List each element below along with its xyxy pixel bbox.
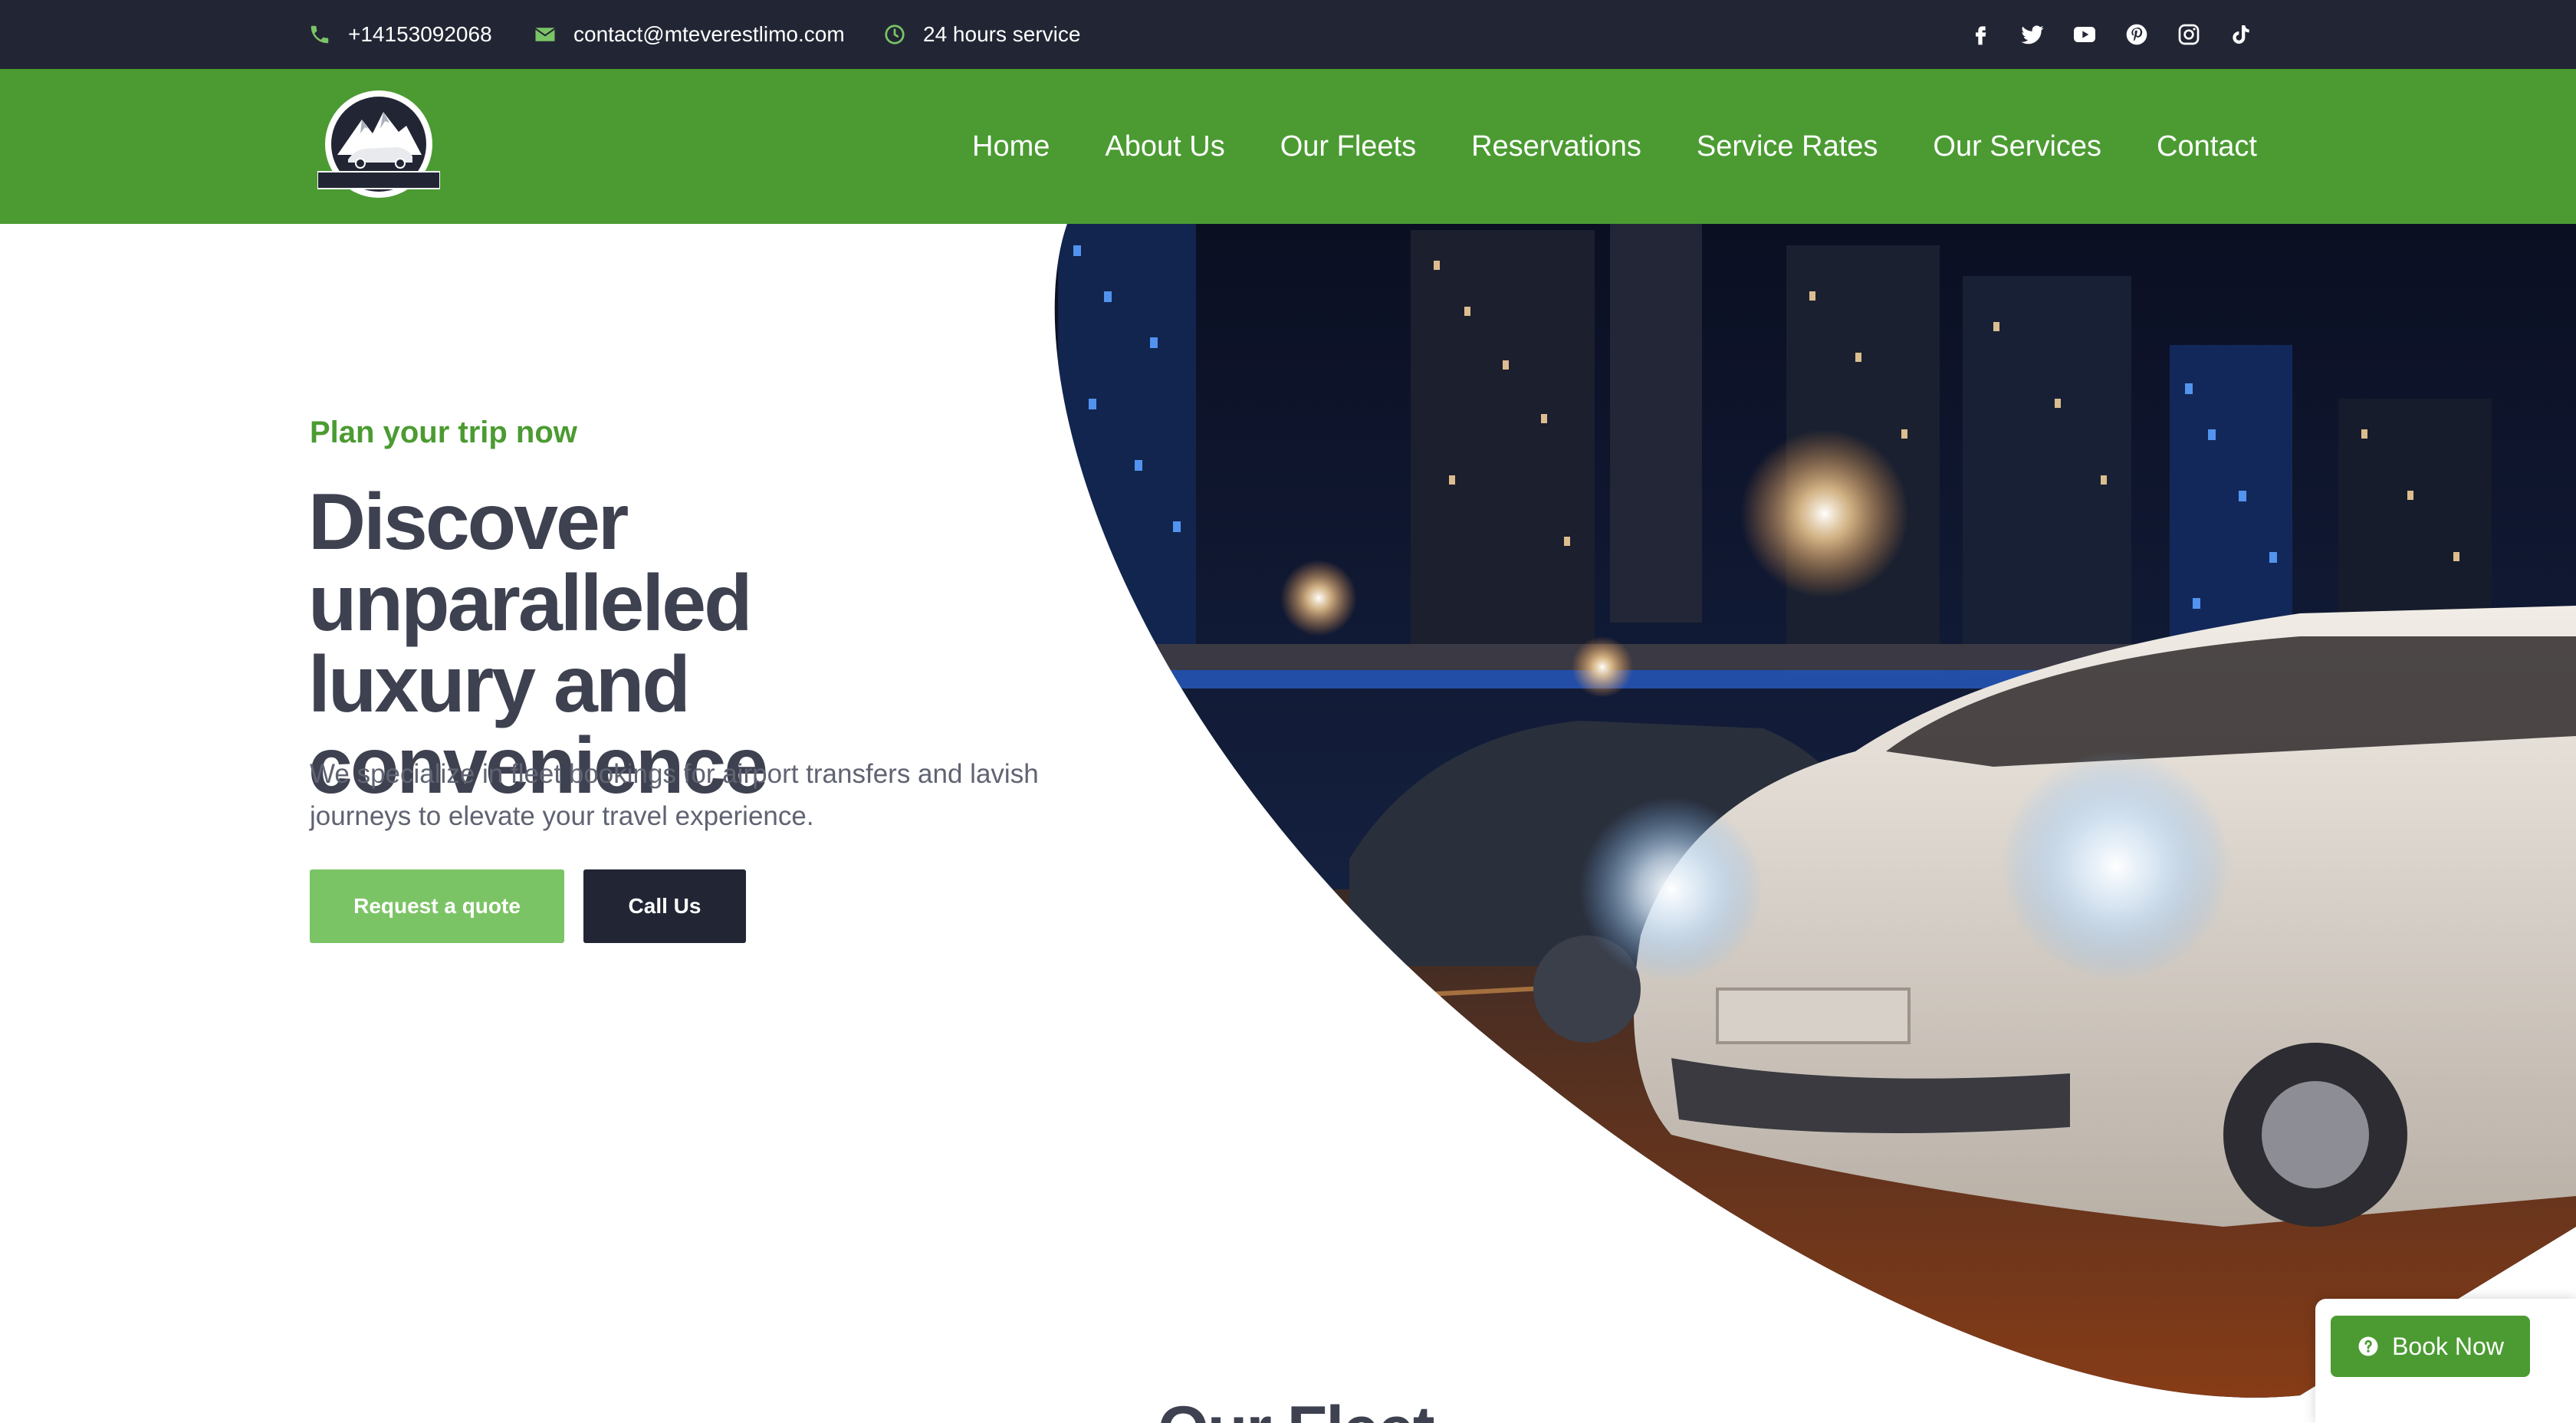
book-now-button[interactable]: Book Now xyxy=(2331,1316,2530,1377)
hero-eyebrow: Plan your trip now xyxy=(310,416,577,449)
top-contact-bar: +14153092068 contact@mteverestlimo.com 2… xyxy=(0,0,2576,69)
brand-logo[interactable] xyxy=(317,89,440,205)
question-circle-icon xyxy=(2358,1336,2378,1356)
description-line: We specialize in fleet bookings for airp… xyxy=(310,759,1039,789)
clock-icon xyxy=(885,25,905,44)
headline-line: luxury and xyxy=(308,640,691,729)
nav-reservations[interactable]: Reservations xyxy=(1471,130,1641,163)
main-navbar: Home About Us Our Fleets Reservations Se… xyxy=(0,69,2576,224)
book-now-widget: Book Now xyxy=(2315,1299,2576,1423)
nav-about-us[interactable]: About Us xyxy=(1105,130,1224,163)
pinterest-icon[interactable] xyxy=(2124,21,2150,48)
phone-icon xyxy=(310,25,329,44)
youtube-icon[interactable] xyxy=(2072,21,2098,48)
email-contact[interactable]: contact@mteverestlimo.com xyxy=(534,0,845,69)
phone-number: +14153092068 xyxy=(348,22,492,46)
nav-home[interactable]: Home xyxy=(972,130,1050,163)
fleet-section-title: Our Fleet xyxy=(1158,1392,1435,1423)
hero-description: We specialize in fleet bookings for airp… xyxy=(310,753,1046,837)
request-quote-button[interactable]: Request a quote xyxy=(310,869,564,943)
nav-contact[interactable]: Contact xyxy=(2157,130,2257,163)
phone-contact[interactable]: +14153092068 xyxy=(308,0,492,69)
social-links xyxy=(1967,0,2254,69)
nav-our-fleets[interactable]: Our Fleets xyxy=(1280,130,1416,163)
twitter-icon[interactable] xyxy=(2019,21,2045,48)
service-hours: 24 hours service xyxy=(883,0,1080,69)
primary-nav: Home About Us Our Fleets Reservations Se… xyxy=(972,69,2257,224)
envelope-icon xyxy=(535,28,555,41)
hours-text: 24 hours service xyxy=(923,22,1081,46)
facebook-icon[interactable] xyxy=(1967,21,1993,48)
tiktok-icon[interactable] xyxy=(2228,21,2254,48)
headline-line: Discover unparalleled xyxy=(308,478,753,648)
nav-service-rates[interactable]: Service Rates xyxy=(1697,130,1878,163)
call-us-button[interactable]: Call Us xyxy=(583,869,746,943)
nav-our-services[interactable]: Our Services xyxy=(1933,130,2101,163)
email-address: contact@mteverestlimo.com xyxy=(573,22,845,46)
description-line: journeys to elevate your travel experien… xyxy=(310,801,814,831)
book-now-label: Book Now xyxy=(2392,1332,2504,1360)
instagram-icon[interactable] xyxy=(2176,21,2202,48)
